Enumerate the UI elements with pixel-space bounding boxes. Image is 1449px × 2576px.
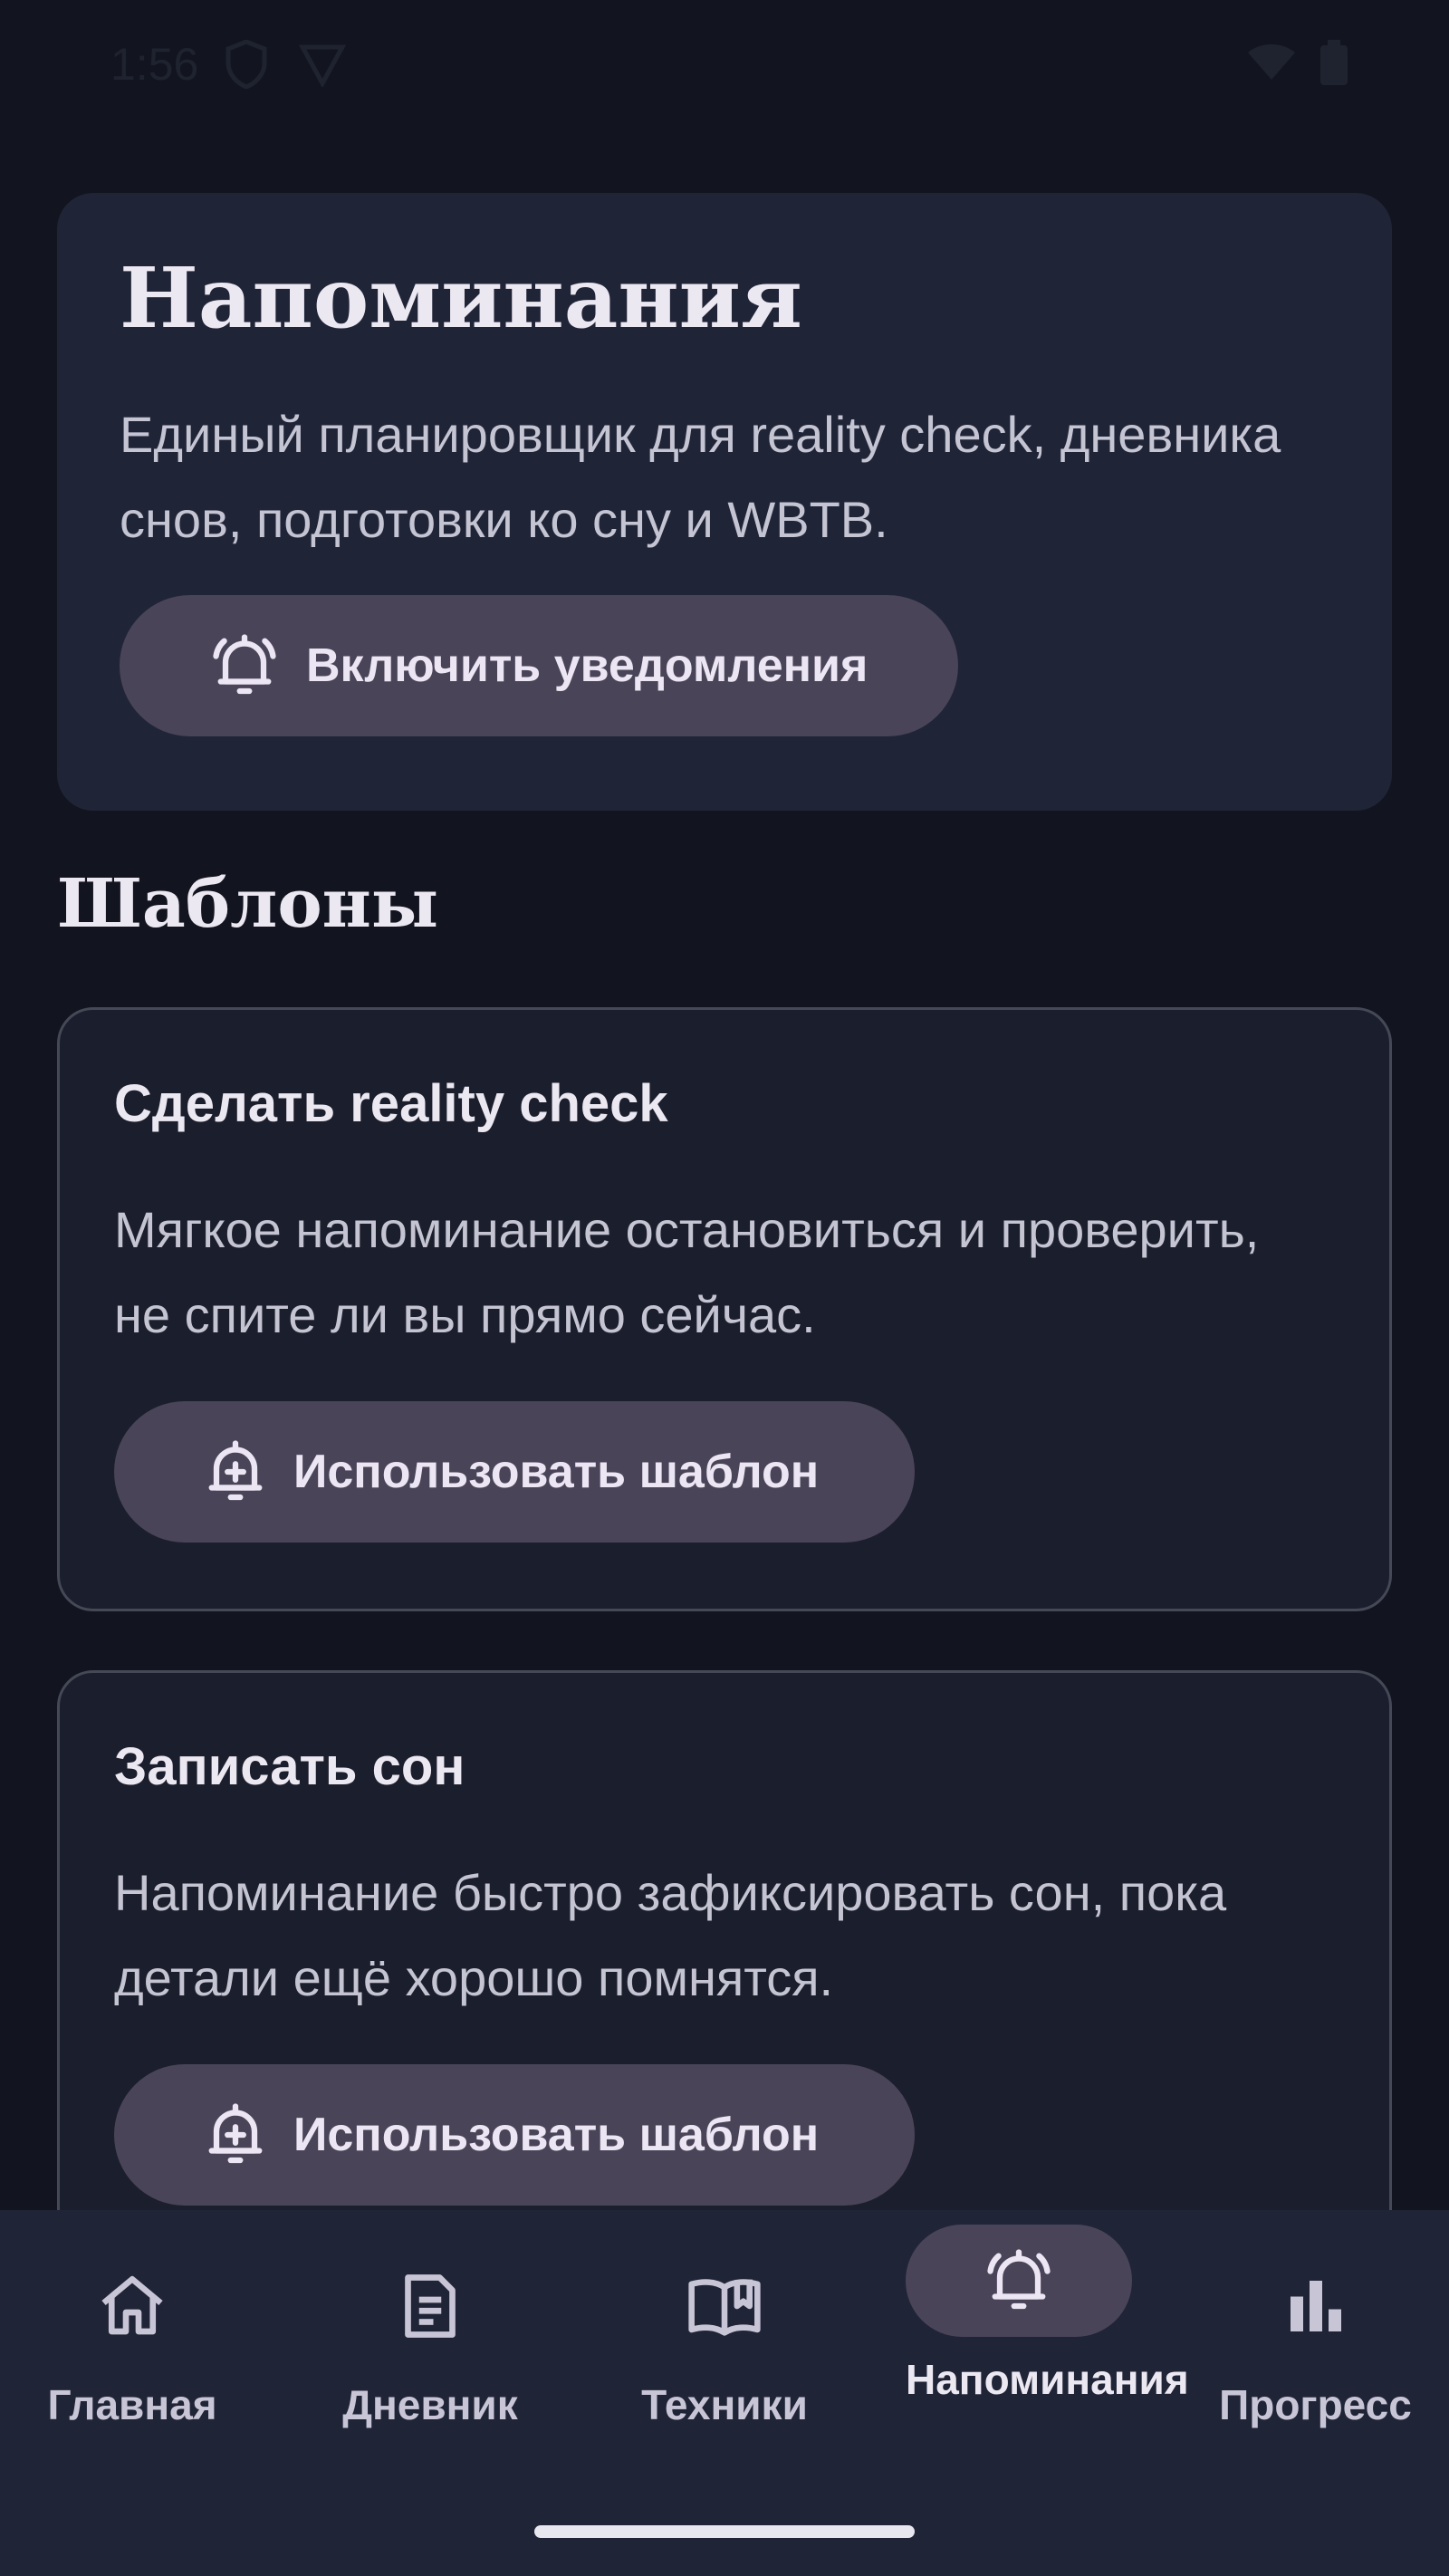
use-template-label: Использовать шаблон: [293, 2109, 820, 2161]
page-description: Единый планировщик для reality check, дн…: [120, 406, 1281, 548]
status-time: 1:56: [110, 39, 199, 90]
template-description: Мягкое напоминание остановиться и провер…: [114, 1201, 1260, 1343]
use-template-button[interactable]: Использовать шаблон: [114, 2064, 915, 2206]
home-indicator[interactable]: [534, 2525, 915, 2538]
nav-item-reminders[interactable]: Напоминания: [856, 2210, 1189, 2482]
wifi-icon: [1246, 40, 1297, 88]
nav-label-techniques: Техники: [641, 2381, 808, 2428]
bell-plus-icon: [197, 2097, 273, 2173]
battery-icon: [1320, 40, 1348, 90]
status-bar: 1:56: [0, 0, 1449, 136]
nav-item-techniques[interactable]: Техники: [593, 2210, 856, 2482]
nav-item-home[interactable]: Главная: [0, 2210, 264, 2482]
nav-label-diary: Дневник: [342, 2381, 518, 2428]
template-title: Записать сон: [114, 1737, 465, 1796]
use-template-label: Использовать шаблон: [293, 1446, 820, 1498]
templates-section-title: Шаблоны: [57, 865, 439, 943]
vpn-icon: [298, 40, 347, 91]
use-template-button[interactable]: Использовать шаблон: [114, 1401, 915, 1543]
bell-plus-icon: [197, 1434, 273, 1510]
template-description: Напоминание быстро зафиксировать сон, по…: [114, 1864, 1227, 2006]
shield-icon: [225, 39, 268, 93]
nav-item-diary[interactable]: Дневник: [299, 2210, 561, 2482]
reminders-header-card: Напоминания Единый планировщик для reali…: [57, 193, 1392, 811]
nav-label-home: Главная: [47, 2381, 217, 2428]
bell-ring-icon: [206, 628, 283, 704]
home-icon: [19, 2250, 245, 2362]
template-card-reality-check: Сделать reality check Мягкое напоминание…: [57, 1007, 1392, 1611]
bottom-navigation: Главная Дневник Техники Напоминания Прог…: [0, 2210, 1449, 2576]
book-icon: [611, 2250, 838, 2362]
enable-notifications-label: Включить уведомления: [306, 639, 868, 692]
template-title: Сделать reality check: [114, 1074, 668, 1133]
document-icon: [317, 2250, 543, 2362]
bell-ring-icon: [906, 2225, 1132, 2337]
nav-label-reminders: Напоминания: [906, 2356, 1189, 2403]
page-title: Напоминания: [120, 249, 802, 347]
enable-notifications-button[interactable]: Включить уведомления: [120, 595, 958, 736]
nav-item-progress[interactable]: Прогресс: [1182, 2210, 1449, 2482]
nav-label-progress: Прогресс: [1219, 2381, 1412, 2428]
bar-chart-icon: [1203, 2250, 1429, 2362]
